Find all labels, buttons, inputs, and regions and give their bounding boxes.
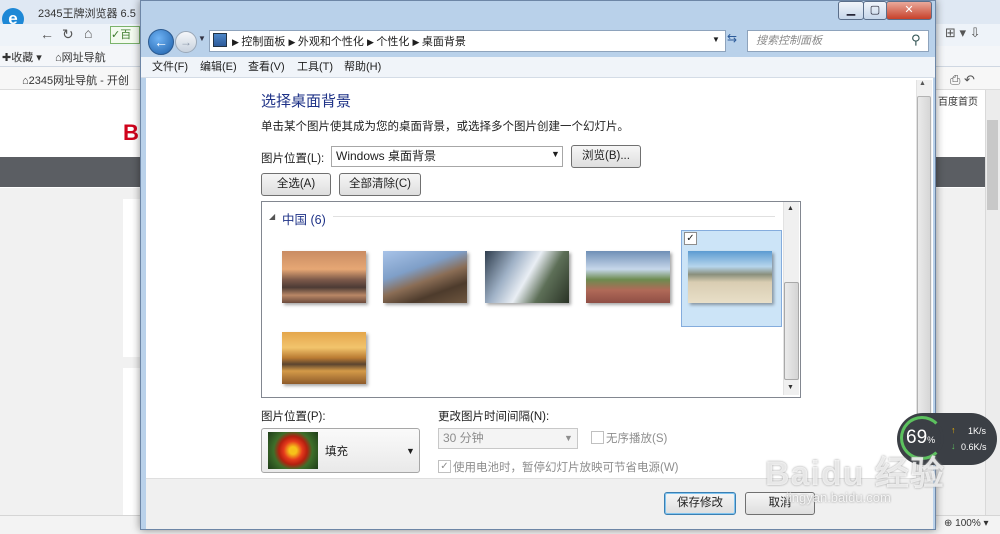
back-arrow-icon[interactable]: ← (148, 29, 174, 55)
interval-label: 更改图片时间间隔(N): (438, 411, 550, 423)
browser-home-icon[interactable]: ⌂ (84, 25, 92, 41)
browse-button[interactable]: 浏览(B)... (571, 145, 641, 168)
favorites-button[interactable]: ✚收藏 ▾ (2, 49, 42, 65)
shuffle-checkbox[interactable] (591, 431, 604, 444)
background-scrollbar-thumb[interactable] (987, 120, 998, 210)
favorite-link-nav[interactable]: ⌂网址导航 (55, 49, 106, 65)
upload-arrow-icon: ↑ (951, 425, 956, 435)
position-label: 图片位置(P): (261, 411, 326, 423)
recent-pages-dropdown-icon[interactable]: ▼ (198, 34, 206, 43)
browser-download-icon[interactable]: ⊞ ▾ ⇩ (945, 25, 981, 41)
interval-select[interactable]: 30 分钟 (438, 428, 578, 449)
scroll-up-icon[interactable]: ▲ (919, 80, 926, 87)
upload-speed: 1K/s (968, 426, 987, 436)
download-arrow-icon: ↓ (951, 441, 956, 451)
wallpaper-thumbnail[interactable] (383, 251, 467, 303)
breadcrumb-item[interactable]: 控制面板 (241, 36, 285, 48)
clear-all-button[interactable]: 全部清除(C) (339, 173, 421, 196)
browser-tab[interactable]: ⌂2345网址导航 - 开创 (22, 72, 129, 88)
picture-location-select[interactable]: Windows 桌面背景 (331, 146, 563, 167)
chevron-down-icon[interactable]: ▼ (406, 446, 415, 456)
breadcrumb-item[interactable]: 桌面背景 (422, 36, 466, 48)
group-header[interactable]: 中国 (6) (282, 209, 326, 228)
save-button[interactable]: 保存修改 (664, 492, 736, 515)
baidu-watermark: Baidu 经验 (765, 455, 945, 493)
download-speed: 0.6K/s (961, 442, 987, 452)
breadcrumb: ▶ 控制面板 ▶ 外观和个性化 ▶ 个性化 ▶ 桌面背景 (232, 36, 466, 48)
wallpaper-thumbnail[interactable] (282, 332, 366, 384)
wallpaper-thumbnail[interactable] (586, 251, 670, 303)
browser-back-icon[interactable]: ← (40, 26, 54, 42)
browser-refresh-icon[interactable]: ↻ (62, 26, 74, 43)
thumbnail-checkbox[interactable]: ✓ (684, 232, 697, 245)
browser-home-link[interactable]: 百度首页 (938, 93, 978, 108)
refresh-icon[interactable]: ⇆ (727, 31, 743, 49)
list-scrollbar-thumb[interactable] (784, 282, 799, 380)
wallpaper-thumbnail-selected[interactable] (688, 251, 772, 303)
picture-location-label: 图片位置(L): (261, 153, 325, 165)
security-badge-text: 百 (120, 29, 132, 41)
breadcrumb-item[interactable]: 个性化 (376, 36, 409, 48)
zoom-level[interactable]: ⊕ 100% ▾ (944, 518, 989, 529)
wallpaper-thumbnail[interactable] (282, 251, 366, 303)
breadcrumb-item[interactable]: 外观和个性化 (298, 36, 364, 48)
baidu-watermark-url: jingyan.baidu.com (786, 490, 891, 505)
chevron-down-icon[interactable]: ▼ (564, 433, 573, 443)
select-all-button[interactable]: 全选(A) (261, 173, 331, 196)
baidu-logo: B (123, 120, 139, 145)
menu-edit[interactable]: 编辑(E) (200, 58, 237, 76)
maximize-button[interactable]: ▢ (863, 1, 887, 20)
minimize-button[interactable]: ▁ (838, 1, 864, 20)
position-preview-image (268, 432, 318, 469)
wallpaper-thumbnail[interactable] (485, 251, 569, 303)
menu-tools[interactable]: 工具(T) (297, 58, 333, 76)
list-scroll-up-icon[interactable]: ▲ (787, 205, 794, 212)
search-icon[interactable]: ⚲ (911, 32, 921, 48)
menu-file[interactable]: 文件(F) (152, 58, 188, 76)
menu-view[interactable]: 查看(V) (248, 58, 285, 76)
page-description: 单击某个图片使其成为您的桌面背景，或选择多个图片创建一个幻灯片。 (261, 121, 629, 133)
group-collapse-icon[interactable]: ◢ (269, 212, 275, 221)
list-scroll-down-icon[interactable]: ▼ (787, 384, 794, 391)
browser-print-icon[interactable]: ⎙ ↶ (950, 72, 975, 88)
forward-arrow-icon[interactable]: → (175, 31, 197, 53)
close-button[interactable]: ✕ (886, 1, 932, 20)
group-divider (333, 216, 775, 217)
main-scrollbar-thumb[interactable] (917, 96, 931, 428)
chevron-down-icon[interactable]: ▼ (551, 149, 560, 159)
search-input[interactable]: 搜索控制面板 (747, 30, 929, 52)
shuffle-label: 无序播放(S) (606, 433, 668, 445)
address-dropdown-icon[interactable]: ▼ (712, 35, 720, 44)
menu-help[interactable]: 帮助(H) (344, 58, 381, 76)
security-badge[interactable]: ✓百 (110, 26, 140, 44)
battery-label: 使用电池时，暂停幻灯片放映可节省电源(W) (453, 462, 679, 474)
page-title: 选择桌面背景 (261, 93, 352, 110)
control-panel-icon (213, 33, 227, 47)
position-value: 填充 (325, 446, 348, 458)
browser-title: 2345王牌浏览器 6.5 (38, 8, 136, 20)
battery-checkbox[interactable]: ✓ (438, 460, 451, 473)
